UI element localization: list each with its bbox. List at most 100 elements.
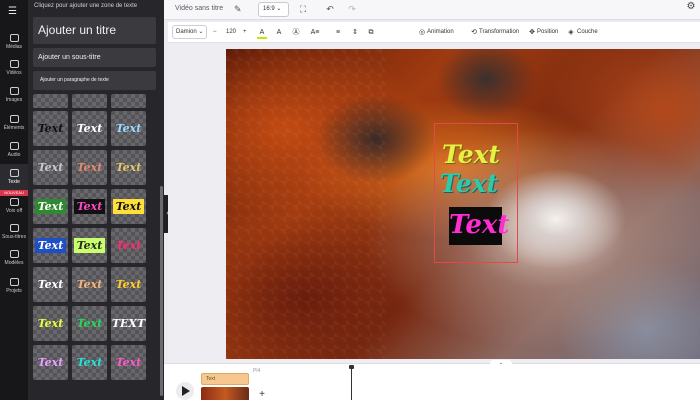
text-style-sample: Text (37, 317, 64, 330)
text-style-sample: Text (34, 238, 67, 253)
left-rail: ☰ Médias Vidéos Images Éléments Audio Te… (0, 0, 28, 400)
text-outline-icon[interactable]: Ⓐ (291, 26, 301, 39)
text-style-tile[interactable]: Text (33, 306, 68, 341)
text-style-tile[interactable]: Text (33, 111, 68, 146)
text-clip[interactable]: Text (201, 373, 249, 385)
templates-icon (9, 250, 19, 258)
rail-item-text[interactable]: Texte (0, 164, 28, 190)
text-style-tile[interactable]: Text (111, 228, 146, 263)
text-style-tile[interactable]: Text (33, 189, 68, 224)
text-icon (9, 169, 19, 177)
text-style-tile[interactable]: Text (72, 189, 107, 224)
rail-item-media[interactable]: Médias (0, 34, 28, 50)
add-clip-button[interactable]: + (257, 390, 267, 400)
animation-icon[interactable]: ◎ (417, 26, 427, 39)
document-title[interactable]: Vidéo sans titre (175, 5, 223, 12)
position-icon[interactable]: ✥ (527, 26, 537, 39)
text-style-sample: Text (37, 356, 64, 369)
text-style-tile[interactable]: Text (72, 111, 107, 146)
media-icon (9, 34, 19, 42)
rail-item-elements[interactable]: Éléments (0, 115, 28, 131)
text-color-icon[interactable]: A (257, 26, 267, 39)
text-style-sample: Text (76, 161, 103, 174)
rail-item-videos[interactable]: Vidéos (0, 60, 28, 76)
layer-button[interactable]: Couche (577, 26, 598, 39)
duplicate-icon[interactable]: ⧉ (366, 26, 376, 39)
undo-icon[interactable]: ↶ (324, 3, 336, 15)
rail-item-subtitles[interactable]: Sous-titres (0, 224, 28, 240)
text-style-sample: Text (76, 356, 103, 369)
text-style-sample: Text (34, 199, 67, 214)
position-button[interactable]: Position (537, 26, 558, 39)
play-button[interactable] (176, 382, 194, 400)
text-style-tile[interactable]: Text (33, 267, 68, 302)
text-style-tile[interactable]: Text (111, 345, 146, 380)
text-style-tile[interactable]: Text (72, 267, 107, 302)
font-select[interactable]: Damion ⌄ (172, 25, 207, 39)
text-style-sample: Text (115, 356, 142, 369)
canvas-text-magenta[interactable]: Text (449, 207, 509, 245)
text-style-sample: Text (76, 317, 103, 330)
timeline-toggle[interactable]: ⌄ (490, 360, 512, 366)
image-icon (9, 87, 19, 95)
voiceover-icon (9, 198, 19, 206)
font-size-decrease[interactable]: − (213, 25, 217, 39)
aspect-ratio-select[interactable]: 16:9 ⌄ (258, 2, 289, 17)
transformation-icon[interactable]: ⟲ (469, 26, 479, 39)
playhead[interactable] (349, 365, 354, 400)
rail-item-templates[interactable]: Modèles (0, 250, 28, 266)
rail-item-projects[interactable]: Projets (0, 278, 28, 294)
font-name: Damion (176, 29, 197, 35)
align-icon[interactable]: ≡ (333, 26, 343, 39)
panel-scrollbar[interactable] (160, 186, 163, 396)
text-style-tile[interactable] (33, 94, 68, 108)
font-size-increase[interactable]: + (243, 25, 247, 39)
text-style-icon[interactable]: A (274, 26, 284, 39)
add-title-button[interactable]: Ajouter un titre (33, 17, 156, 44)
rail-item-images[interactable]: Images (0, 87, 28, 103)
text-style-tile[interactable] (111, 94, 146, 108)
layer-icon[interactable]: ◈ (566, 26, 576, 39)
text-style-sample: Text (73, 199, 106, 214)
timeline: ⌄ Text Pl4 + (164, 360, 700, 400)
add-paragraph-button[interactable]: Ajouter un paragraphe de texte (33, 71, 156, 90)
text-style-tile[interactable]: TEXT (111, 306, 146, 341)
rail-item-voiceover[interactable]: Voix off (0, 198, 28, 214)
add-subtitle-button[interactable]: Ajouter un sous-titre (33, 48, 156, 67)
text-style-tile[interactable]: Text (72, 345, 107, 380)
text-style-tile[interactable]: Text (33, 228, 68, 263)
text-style-tile[interactable]: Text (33, 150, 68, 185)
text-style-sample: Text (115, 161, 142, 174)
canvas-text-teal[interactable]: Text (440, 169, 498, 198)
text-style-tile[interactable]: Text (72, 150, 107, 185)
aspect-ratio-value: 16:9 (263, 6, 275, 12)
text-style-tile[interactable]: Text (111, 267, 146, 302)
animation-button[interactable]: Animation (427, 26, 454, 39)
chevron-down-icon: ⌄ (198, 29, 204, 35)
redo-icon[interactable]: ↷ (346, 3, 358, 15)
fullscreen-icon[interactable]: ⛶ (297, 3, 309, 15)
text-style-tile[interactable]: Text (111, 150, 146, 185)
settings-icon[interactable]: ⚙ (684, 1, 698, 17)
font-size-value[interactable]: 120 (226, 25, 236, 39)
hamburger-menu-icon[interactable]: ☰ (8, 6, 20, 17)
text-style-tile[interactable]: Text (33, 345, 68, 380)
text-style-tile[interactable]: Text (72, 228, 107, 263)
text-style-tile[interactable] (72, 94, 107, 108)
pencil-icon[interactable]: ✎ (234, 4, 244, 14)
text-style-tile[interactable]: Text (111, 189, 146, 224)
text-style-sample: Text (115, 278, 142, 291)
format-toolbar: Damion ⌄ − 120 + A A Ⓐ A≡ ≡ ⇕ ⧉ ◎ Animat… (168, 22, 700, 43)
canvas-text-yellow[interactable]: Text (442, 140, 500, 169)
transformation-button[interactable]: Transformation (479, 26, 519, 39)
text-style-sample: Text (76, 278, 103, 291)
photo-texture (226, 49, 386, 359)
spacing-icon[interactable]: ⇕ (350, 26, 360, 39)
text-effects-icon[interactable]: A≡ (309, 26, 321, 39)
text-style-tile[interactable]: Text (111, 111, 146, 146)
video-clip[interactable] (201, 387, 249, 400)
rail-item-audio[interactable]: Audio (0, 142, 28, 158)
text-style-sample: Text (37, 278, 64, 291)
text-style-tile[interactable]: Text (72, 306, 107, 341)
projects-icon (9, 278, 19, 286)
